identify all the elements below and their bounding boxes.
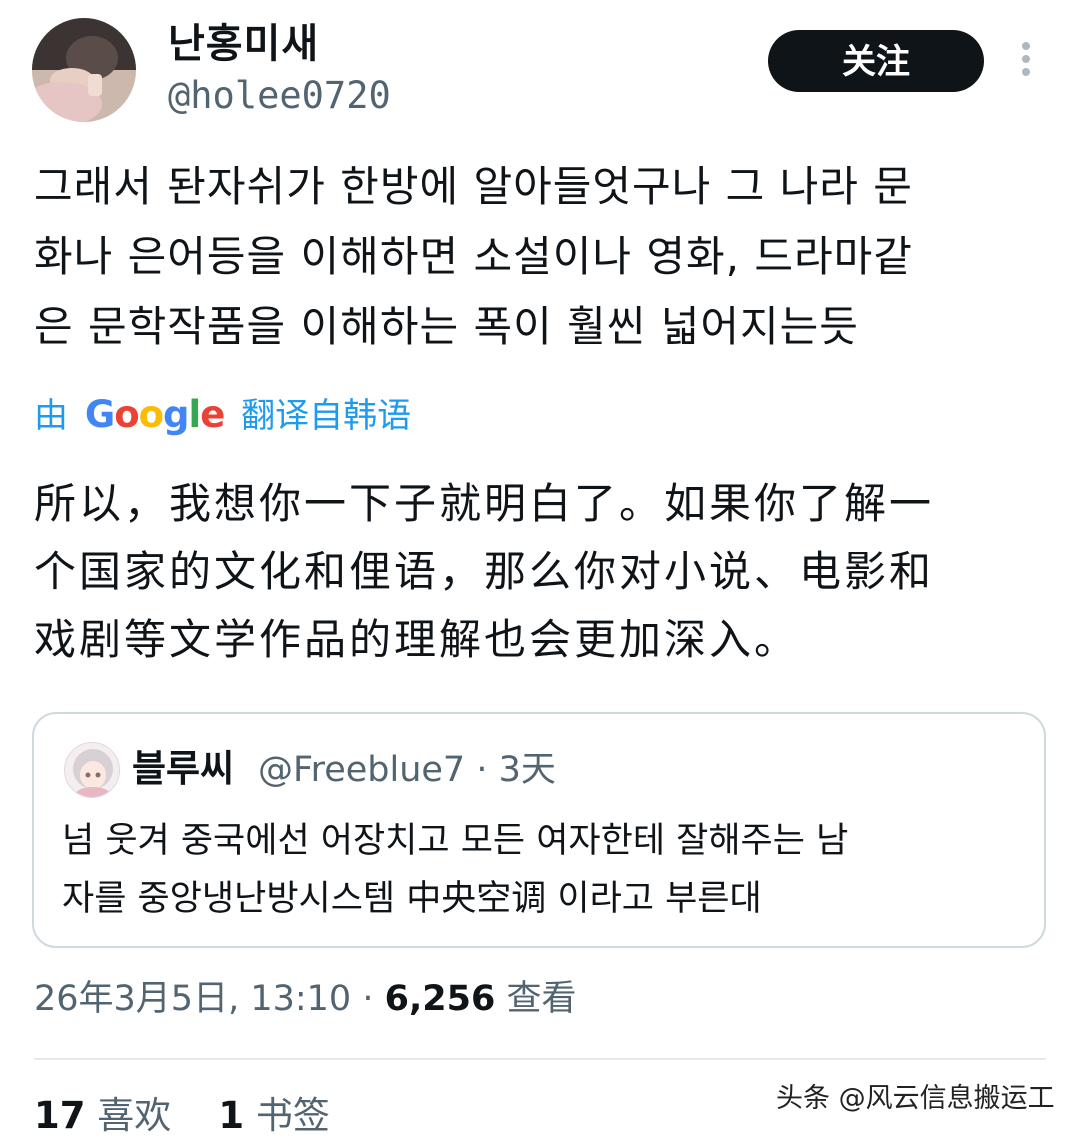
tweet-stats: 17 喜欢 1 书签 (34, 1092, 330, 1140)
author-avatar-image (32, 18, 136, 122)
bookmarks-count: 1 (218, 1094, 245, 1137)
translated-text-line: 所以，我想你一下子就明白了。如果你了解一 (34, 479, 935, 528)
translation-suffix: 翻译自韩语 (241, 396, 412, 436)
author-display-name[interactable]: 난홍미새 (168, 20, 319, 68)
quote-meta-separator: · (476, 750, 488, 790)
quote-text-line: 자를 중앙냉난방시스템 中央空调 이라고 부른대 (62, 879, 762, 919)
translation-prefix: 由 (34, 396, 68, 436)
bookmarks-stat[interactable]: 1 书签 (218, 1094, 330, 1137)
tweet-meta: 26年3月5日, 13:10 · 6,256 查看 (34, 976, 577, 1022)
meta-separator: · (362, 979, 374, 1019)
quote-text: 넘 웃겨 중국에선 어장치고 모든 여자한테 잘해주는 남 자를 중앙냉난방시스… (62, 812, 1022, 928)
quote-author-avatar (64, 742, 120, 798)
tweet-text-line: 화나 은어등을 이해하면 소설이나 영화, 드라마같 (34, 232, 913, 281)
views-label: 查看 (506, 979, 577, 1019)
author-handle[interactable]: @holee0720 (168, 74, 391, 118)
tweet-text: 그래서 돤자쉬가 한방에 알아들엇구나 그 나라 문 화나 은어등을 이해하면 … (34, 152, 1044, 362)
tweet-text-line: 은 문학작품을 이해하는 폭이 훨씬 넓어지는듯 (34, 302, 859, 351)
translated-text: 所以，我想你一下子就明白了。如果你了解一 个国家的文化和俚语，那么你对小说、电影… (34, 470, 1044, 674)
views-count: 6,256 (384, 979, 496, 1019)
likes-count: 17 (34, 1094, 86, 1137)
author-avatar[interactable] (32, 18, 136, 122)
quote-avatar-image (65, 743, 119, 797)
likes-label: 喜欢 (97, 1094, 172, 1137)
quote-author-name: 블루씨 (132, 747, 235, 790)
translated-text-line: 戏剧等文学作品的理解也会更加深入。 (34, 615, 800, 664)
quote-author-meta: @Freeblue7 · 3天 (258, 746, 556, 794)
quote-text-line: 넘 웃겨 중국에선 어장치고 모든 여자한테 잘해주는 남 (62, 821, 849, 861)
bookmarks-label: 书签 (255, 1094, 330, 1137)
translation-attribution[interactable]: 由 Google 翻译自韩语 (34, 392, 411, 439)
quote-time: 3天 (498, 750, 556, 790)
tweet-timestamp[interactable]: 26年3月5日, 13:10 (34, 979, 351, 1019)
google-logo: Google (84, 393, 226, 436)
watermark: 头条 @风云信息搬运工 (776, 1083, 1055, 1114)
tweet-text-line: 그래서 돤자쉬가 한방에 알아들엇구나 그 나라 문 (34, 162, 913, 211)
likes-stat[interactable]: 17 喜欢 (34, 1094, 171, 1137)
translated-text-line: 个国家的文化和俚语，那么你对小说、电影和 (34, 547, 935, 596)
quote-author-handle: @Freeblue7 (258, 750, 466, 790)
follow-button[interactable]: 关注 (768, 30, 984, 92)
more-vertical-icon[interactable] (1016, 42, 1036, 82)
divider (34, 1058, 1046, 1060)
